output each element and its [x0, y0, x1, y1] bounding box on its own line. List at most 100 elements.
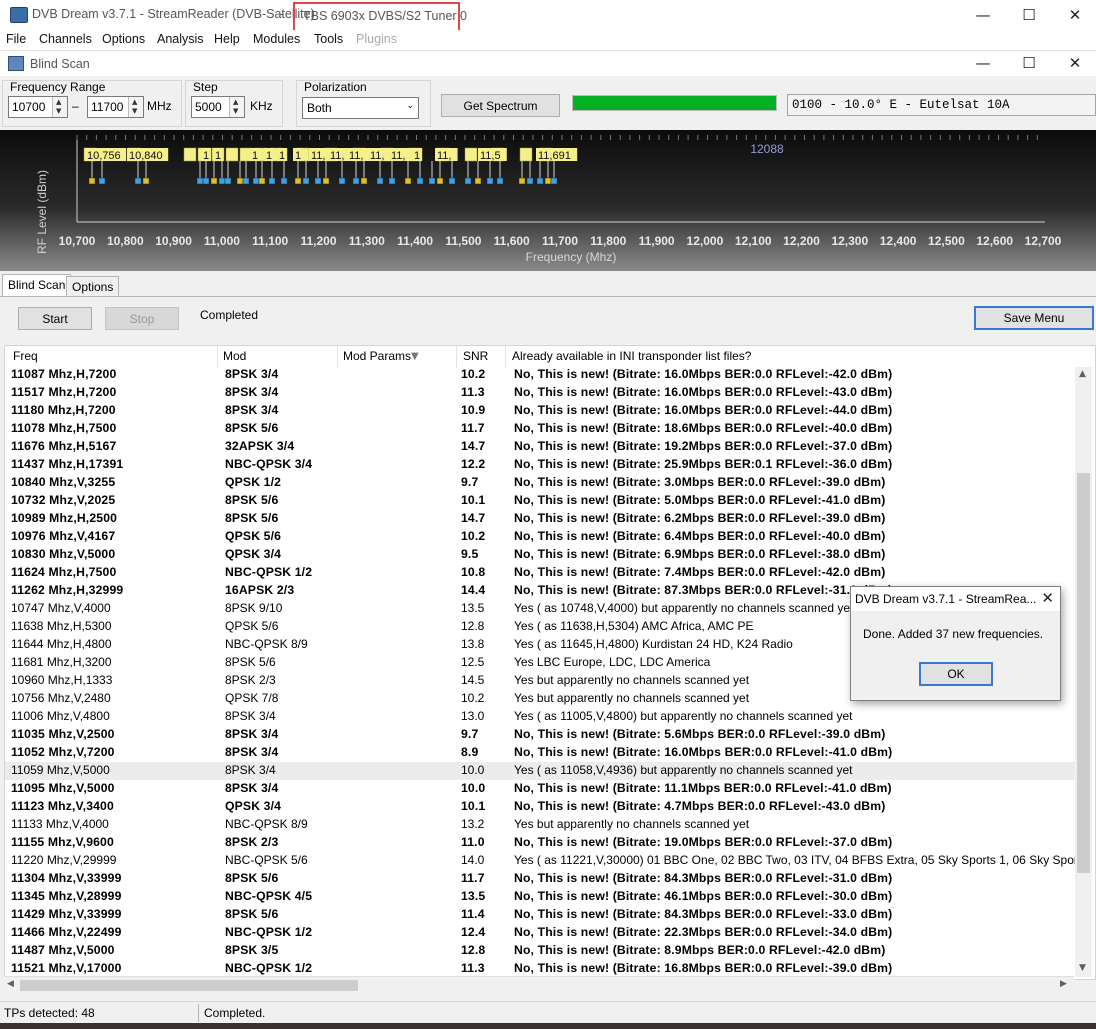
- scroll-down-icon[interactable]: ▼: [1079, 963, 1086, 973]
- table-row[interactable]: 11078 Mhz,H,7500 8PSK 5/6 11.7 No, This is …: [5, 420, 1077, 438]
- transponder-marker[interactable]: [268, 177, 276, 185]
- column-header-snr[interactable]: SNR: [463, 349, 488, 363]
- transponder-marker[interactable]: [428, 177, 436, 185]
- transponder-marker[interactable]: [352, 177, 360, 185]
- transponder-marker[interactable]: [202, 177, 210, 185]
- scroll-left-icon[interactable]: ◀: [7, 979, 14, 989]
- table-row[interactable]: 11220 Mhz,V,29999 NBC-QPSK 5/6 14.0 Yes ( a…: [5, 852, 1082, 870]
- transponder-marker[interactable]: [518, 177, 526, 185]
- transponder-marker[interactable]: [314, 177, 322, 185]
- minimize-button[interactable]: —: [960, 0, 1006, 30]
- start-button[interactable]: Start: [18, 307, 92, 330]
- column-header-mod-params[interactable]: Mod Params: [343, 349, 411, 363]
- transponder-marker[interactable]: [252, 177, 260, 185]
- transponder-marker[interactable]: [236, 177, 244, 185]
- transponder-tag[interactable]: [225, 147, 239, 162]
- dialog-close-icon[interactable]: ✕: [1041, 589, 1054, 607]
- transponder-marker[interactable]: [360, 177, 368, 185]
- table-row[interactable]: 11035 Mhz,V,2500 8PSK 3/4 9.7 No, This is n…: [5, 726, 1077, 744]
- transponder-marker[interactable]: [526, 177, 534, 185]
- spinner-arrows-icon[interactable]: ▲ ▼: [52, 97, 67, 117]
- spinner-arrows-icon[interactable]: ▲ ▼: [229, 97, 244, 117]
- menu-analysis[interactable]: Analysis: [157, 32, 204, 46]
- transponder-marker[interactable]: [550, 177, 558, 185]
- menu-tools[interactable]: Tools: [314, 32, 343, 46]
- menu-plugins[interactable]: Plugins: [356, 32, 397, 46]
- transponder-marker[interactable]: [496, 177, 504, 185]
- transponder-marker[interactable]: [302, 177, 310, 185]
- table-row[interactable]: 11006 Mhz,V,4800 8PSK 3/4 13.0 Yes ( as 110…: [5, 708, 1077, 726]
- table-row[interactable]: 10732 Mhz,V,2025 8PSK 5/6 10.1 No, This is …: [5, 492, 1077, 510]
- horizontal-scroll-thumb[interactable]: [20, 980, 358, 991]
- table-row[interactable]: 11052 Mhz,V,7200 8PSK 3/4 8.9 No, This is n…: [5, 744, 1077, 762]
- child-close-button[interactable]: ✕: [1052, 51, 1096, 75]
- table-row[interactable]: 11304 Mhz,V,33999 8PSK 5/6 11.7 No, This is…: [5, 870, 1077, 888]
- transponder-tag[interactable]: [464, 147, 478, 162]
- transponder-marker[interactable]: [258, 177, 266, 185]
- column-header-freq[interactable]: Freq: [13, 349, 38, 363]
- menu-options[interactable]: Options: [102, 32, 145, 46]
- transponder-marker[interactable]: [242, 177, 250, 185]
- child-maximize-button[interactable]: ☐: [1006, 51, 1052, 75]
- transponder-marker[interactable]: [224, 177, 232, 185]
- transponder-marker[interactable]: [544, 177, 552, 185]
- satellite-select[interactable]: 0100 - 10.0° E - Eutelsat 10A: [787, 94, 1096, 116]
- child-minimize-button[interactable]: —: [960, 51, 1006, 75]
- frequency-from-spinner[interactable]: 10700 ▲ ▼: [8, 96, 68, 118]
- transponder-marker[interactable]: [416, 177, 424, 185]
- transponder-marker[interactable]: [218, 177, 226, 185]
- column-header-status[interactable]: Already available in INI transponder lis…: [512, 349, 751, 363]
- transponder-marker[interactable]: [98, 177, 106, 185]
- table-row[interactable]: 11059 Mhz,V,5000 8PSK 3/4 10.0 Yes ( as 110…: [5, 762, 1077, 780]
- table-row[interactable]: 11624 Mhz,H,7500 NBC-QPSK 1/2 10.8 No, This…: [5, 564, 1077, 582]
- transponder-marker[interactable]: [536, 177, 544, 185]
- table-row[interactable]: 11133 Mhz,V,4000 NBC-QPSK 8/9 13.2 Yes but …: [5, 816, 1077, 834]
- transponder-marker[interactable]: [404, 177, 412, 185]
- transponder-marker[interactable]: [88, 177, 96, 185]
- table-row[interactable]: 10989 Mhz,H,2500 8PSK 5/6 14.7 No, This is …: [5, 510, 1077, 528]
- maximize-button[interactable]: ☐: [1006, 0, 1052, 30]
- table-row[interactable]: 11517 Mhz,H,7200 8PSK 3/4 11.3 No, This is …: [5, 384, 1077, 402]
- spinner-arrows-icon[interactable]: ▲ ▼: [128, 97, 143, 117]
- transponder-marker[interactable]: [376, 177, 384, 185]
- transponder-marker[interactable]: [338, 177, 346, 185]
- tab-blind-scan[interactable]: Blind Scan: [2, 274, 72, 297]
- table-row[interactable]: 11155 Mhz,V,9600 8PSK 2/3 11.0 No, This is …: [5, 834, 1077, 852]
- menu-modules[interactable]: Modules: [253, 32, 300, 46]
- transponder-tag[interactable]: [183, 147, 197, 162]
- save-menu-button[interactable]: Save Menu: [974, 306, 1094, 330]
- transponder-marker[interactable]: [448, 177, 456, 185]
- table-row[interactable]: 11437 Mhz,H,17391 NBC-QPSK 3/4 12.2 No, Thi…: [5, 456, 1077, 474]
- vertical-scroll-thumb[interactable]: [1077, 473, 1090, 873]
- horizontal-scrollbar[interactable]: ◀ ▶: [4, 976, 1074, 993]
- transponder-marker[interactable]: [196, 177, 204, 185]
- transponder-marker[interactable]: [388, 177, 396, 185]
- table-row[interactable]: 11676 Mhz,H,5167 32APSK 3/4 14.7 No, This i…: [5, 438, 1077, 456]
- table-row[interactable]: 11087 Mhz,H,7200 8PSK 3/4 10.2 No, This is …: [5, 366, 1077, 384]
- menu-channels[interactable]: Channels: [39, 32, 92, 46]
- polarization-select[interactable]: Both ⌄: [302, 97, 419, 119]
- table-row[interactable]: 10830 Mhz,V,5000 QPSK 3/4 9.5 No, This is n…: [5, 546, 1077, 564]
- menu-help[interactable]: Help: [214, 32, 240, 46]
- table-row[interactable]: 11123 Mhz,V,3400 QPSK 3/4 10.1 No, This is …: [5, 798, 1077, 816]
- table-row[interactable]: 11429 Mhz,V,33999 8PSK 5/6 11.4 No, This is…: [5, 906, 1077, 924]
- table-row[interactable]: 11095 Mhz,V,5000 8PSK 3/4 10.0 No, This is …: [5, 780, 1077, 798]
- menu-file[interactable]: File: [6, 32, 26, 46]
- transponder-marker[interactable]: [486, 177, 494, 185]
- spectrum-plot[interactable]: RF Level (dBm) 10,700 10,800 10,900 11,000 11…: [0, 130, 1096, 271]
- ok-button[interactable]: OK: [919, 662, 993, 686]
- tab-options[interactable]: Options: [66, 276, 120, 296]
- transponder-marker[interactable]: [464, 177, 472, 185]
- stop-button[interactable]: Stop: [105, 307, 179, 330]
- get-spectrum-button[interactable]: Get Spectrum: [441, 94, 560, 117]
- table-row[interactable]: 11487 Mhz,V,5000 8PSK 3/5 12.8 No, This is …: [5, 942, 1077, 960]
- column-header-mod[interactable]: Mod: [223, 349, 246, 363]
- transponder-marker[interactable]: [474, 177, 482, 185]
- scroll-right-icon[interactable]: ▶: [1060, 979, 1067, 989]
- frequency-to-spinner[interactable]: 11700 ▲ ▼: [87, 96, 144, 118]
- table-row[interactable]: 11466 Mhz,V,22499 NBC-QPSK 1/2 12.4 No, Thi…: [5, 924, 1077, 942]
- scroll-up-icon[interactable]: ▲: [1079, 369, 1086, 379]
- table-row[interactable]: 11180 Mhz,H,7200 8PSK 3/4 10.9 No, This is …: [5, 402, 1077, 420]
- transponder-marker[interactable]: [436, 177, 444, 185]
- transponder-marker[interactable]: [134, 177, 142, 185]
